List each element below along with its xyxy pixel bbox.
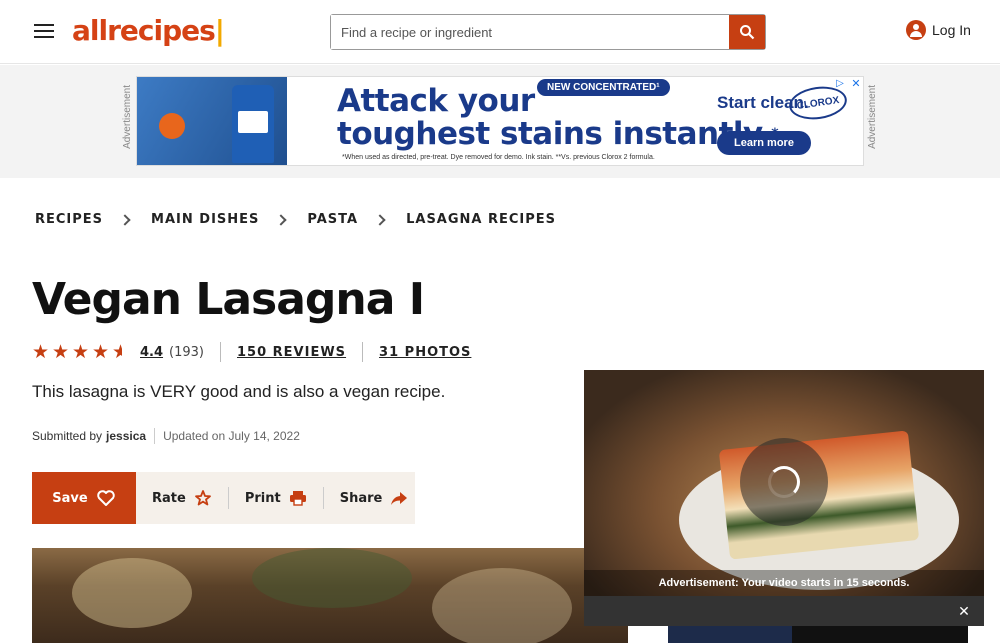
divider — [227, 487, 229, 509]
heart-icon — [96, 490, 115, 506]
star-full-icon: ★ — [92, 341, 110, 363]
sidebar-ad[interactable] — [668, 626, 968, 643]
ad-banner[interactable]: NEW CONCENTRATED¹ Attack your toughest s… — [136, 76, 864, 166]
chevron-right-icon — [374, 213, 386, 226]
login-button[interactable]: Log In — [906, 20, 971, 40]
loading-spinner-icon — [768, 466, 800, 498]
rate-label: Rate — [152, 490, 186, 506]
ad-label-left: Advertisement — [122, 85, 133, 149]
recipe-photo[interactable] — [32, 548, 628, 643]
ad-info-icon[interactable]: ▷ — [833, 77, 847, 91]
video-player[interactable]: Advertisement: Your video starts in 15 s… — [584, 370, 984, 626]
ad-stain-graphic — [159, 113, 185, 139]
updated-date: Updated on July 14, 2022 — [163, 429, 300, 443]
ad-bottle-image — [232, 85, 274, 163]
breadcrumb: RECIPES MAIN DISHES PASTA LASAGNA RECIPE… — [35, 212, 556, 227]
logo-mark: | — [214, 14, 225, 47]
rating-count: (193) — [169, 344, 204, 360]
star-rating[interactable]: ★ ★ ★ ★ ★ — [32, 342, 132, 362]
print-label: Print — [244, 490, 281, 506]
breadcrumb-pasta[interactable]: PASTA — [307, 212, 358, 227]
account-icon — [906, 20, 926, 40]
rate-button[interactable]: Rate — [152, 489, 212, 507]
chevron-right-icon — [275, 213, 288, 226]
breadcrumb-lasagna-recipes[interactable]: LASAGNA RECIPES — [406, 212, 556, 227]
menu-icon[interactable] — [30, 20, 58, 44]
action-bar: Save Rate Print Share — [32, 472, 415, 524]
ad-label-right: Advertisement — [867, 85, 878, 149]
printer-icon — [289, 491, 306, 506]
close-icon[interactable]: ✕ — [956, 603, 972, 619]
logo-text: allrecipes — [72, 14, 216, 47]
divider — [154, 428, 156, 444]
author-link[interactable]: jessica — [106, 429, 146, 443]
share-arrow-icon — [391, 492, 408, 505]
star-outline-icon — [194, 490, 211, 506]
reviews-link[interactable]: 150 REVIEWS — [237, 345, 346, 360]
recipe-meta: ★ ★ ★ ★ ★ 4.4 (193) 150 REVIEWS 31 PHOTO… — [32, 341, 471, 363]
divider — [322, 487, 324, 509]
star-half-icon: ★ — [112, 342, 132, 362]
divider — [362, 342, 364, 362]
login-label: Log In — [932, 22, 971, 38]
star-full-icon: ★ — [32, 341, 50, 363]
recipe-description: This lasagna is VERY good and is also a … — [32, 382, 446, 401]
star-full-icon: ★ — [72, 341, 90, 363]
page-title: Vegan Lasagna I — [32, 274, 425, 325]
byline-prefix: Submitted by — [32, 429, 103, 443]
ad-fine-print: *When used as directed, pre-treat. Dye r… — [342, 154, 655, 161]
sidebar-ad-image — [668, 626, 792, 643]
search-input[interactable] — [331, 15, 729, 49]
ad-headline-line-2: toughest stains instantly. — [337, 116, 772, 152]
star-full-icon: ★ — [52, 341, 70, 363]
chevron-right-icon — [119, 213, 131, 226]
search-button[interactable] — [729, 15, 765, 49]
site-logo[interactable]: allrecipes| — [72, 14, 225, 47]
breadcrumb-main-dishes[interactable]: MAIN DISHES — [151, 212, 259, 227]
ad-close-icon[interactable]: ✕ — [849, 77, 863, 91]
site-header: allrecipes| Log In — [0, 0, 1000, 64]
search-bar — [330, 14, 766, 50]
share-label: Share — [339, 490, 383, 506]
divider — [220, 342, 221, 362]
ad-headline: Attack your toughest stains instantly.* — [337, 83, 779, 152]
video-control-bar: ✕ — [584, 596, 984, 626]
save-button[interactable]: Save — [32, 472, 136, 524]
rating-value[interactable]: 4.4 — [140, 345, 163, 360]
breadcrumb-recipes[interactable]: RECIPES — [35, 212, 103, 227]
video-ad-message: Advertisement: Your video starts in 15 s… — [584, 570, 984, 596]
byline: Submitted by jessica Updated on July 14,… — [32, 428, 300, 444]
save-label: Save — [52, 490, 88, 506]
search-icon — [740, 25, 755, 40]
print-button[interactable]: Print — [245, 490, 307, 506]
share-button[interactable]: Share — [340, 490, 409, 506]
ad-headline-line-1: Attack your — [337, 83, 535, 119]
photos-link[interactable]: 31 PHOTOS — [379, 345, 471, 360]
ad-learn-more-button[interactable]: Learn more — [717, 131, 811, 155]
